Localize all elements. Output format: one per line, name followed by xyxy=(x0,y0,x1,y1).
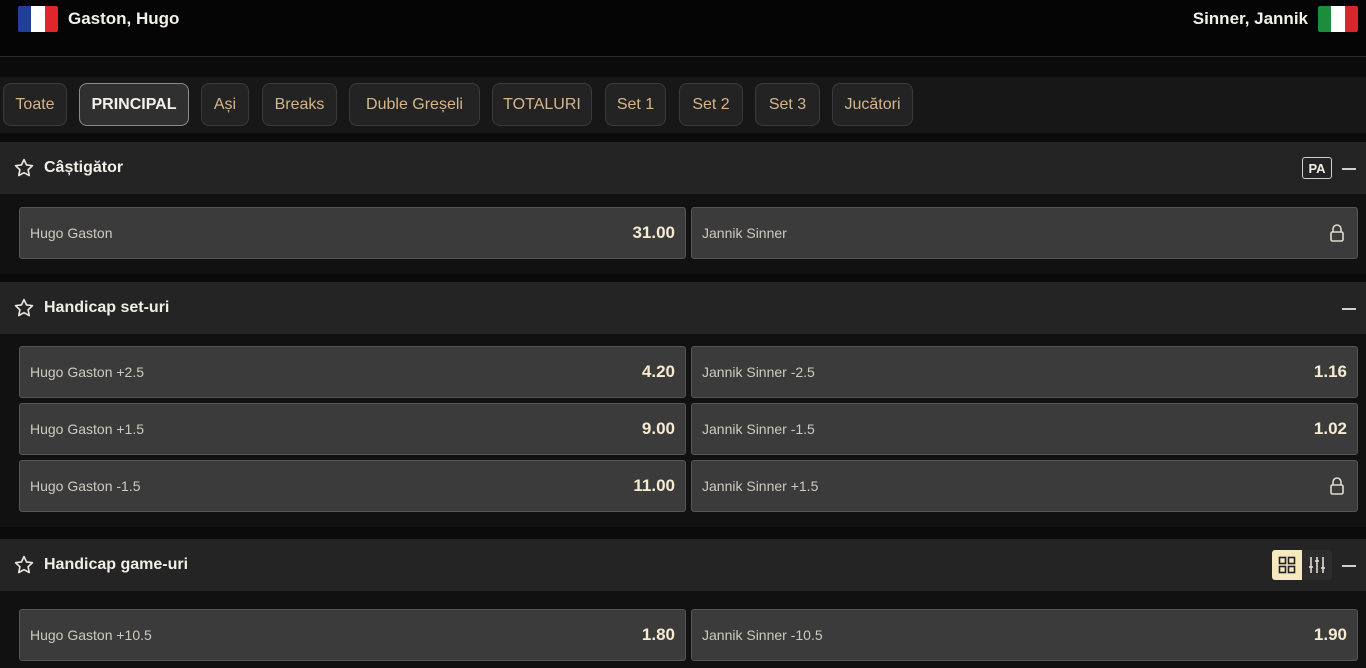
odd-button[interactable]: Hugo Gaston +10.5 1.80 xyxy=(19,609,686,661)
star-icon[interactable] xyxy=(13,554,35,576)
tab-set-1[interactable]: Set 1 xyxy=(605,83,666,126)
odd-price: 1.16 xyxy=(1313,362,1347,381)
market-title: Handicap game-uri xyxy=(44,556,189,573)
view-toggle xyxy=(1272,550,1332,580)
odd-label: Hugo Gaston +10.5 xyxy=(30,627,152,643)
collapse-icon[interactable] xyxy=(1342,557,1358,573)
market-tabs: Toate PRINCIPAL Ași Breaks Duble Greșeli… xyxy=(0,77,1366,133)
odd-price: 1.90 xyxy=(1313,625,1347,644)
odd-price: 9.00 xyxy=(641,419,675,438)
tab-toate[interactable]: Toate xyxy=(3,83,67,126)
odd-label: Jannik Sinner -10.5 xyxy=(702,627,823,643)
star-icon[interactable] xyxy=(13,297,35,319)
odd-price: 4.20 xyxy=(641,362,675,381)
lock-icon xyxy=(1330,224,1344,242)
odd-label: Hugo Gaston xyxy=(30,225,113,241)
tab-principal[interactable]: PRINCIPAL xyxy=(79,83,189,126)
collapse-icon[interactable] xyxy=(1342,160,1358,176)
market-title: Câștigător xyxy=(44,159,124,176)
market-title: Handicap set-uri xyxy=(44,299,170,316)
odd-button[interactable]: Hugo Gaston +2.5 4.20 xyxy=(19,346,686,398)
odd-button[interactable]: Jannik Sinner -1.5 1.02 xyxy=(691,403,1358,455)
market-body-winner: Hugo Gaston 31.00 Jannik Sinner xyxy=(0,194,1366,274)
tab-breaks[interactable]: Breaks xyxy=(262,83,337,126)
odd-price: 31.00 xyxy=(632,223,675,242)
odd-button[interactable]: Hugo Gaston +1.5 9.00 xyxy=(19,403,686,455)
sliders-icon[interactable] xyxy=(1302,550,1332,580)
odd-button[interactable]: Hugo Gaston -1.5 11.00 xyxy=(19,460,686,512)
grid-view-icon[interactable] xyxy=(1272,550,1302,580)
away-team-name: Sinner, Jannik xyxy=(1192,9,1308,28)
tab-set-3[interactable]: Set 3 xyxy=(755,83,820,126)
odd-price: 1.80 xyxy=(641,625,675,644)
tab-asi[interactable]: Ași xyxy=(201,83,249,126)
market-header-game-handicap[interactable]: Handicap game-uri xyxy=(0,539,1366,591)
odd-label: Jannik Sinner +1.5 xyxy=(702,478,819,494)
odd-button[interactable]: Hugo Gaston 31.00 xyxy=(19,207,686,259)
odd-button[interactable]: Jannik Sinner -2.5 1.16 xyxy=(691,346,1358,398)
market-body-game-handicap: Hugo Gaston +10.5 1.80 Jannik Sinner -10… xyxy=(0,591,1366,668)
away-team: Sinner, Jannik xyxy=(1193,6,1358,32)
tab-set-2[interactable]: Set 2 xyxy=(679,83,743,126)
odd-price: 1.02 xyxy=(1313,419,1347,438)
market-header-set-handicap[interactable]: Handicap set-uri xyxy=(0,282,1366,334)
odd-label: Jannik Sinner -1.5 xyxy=(702,421,815,437)
tab-duble-greseli[interactable]: Duble Greșeli xyxy=(349,83,480,126)
odd-button-locked: Jannik Sinner +1.5 xyxy=(691,460,1358,512)
italy-flag-icon xyxy=(1318,6,1358,32)
odd-label: Jannik Sinner xyxy=(702,225,787,241)
odd-label: Hugo Gaston +2.5 xyxy=(30,364,145,380)
match-header: Gaston, Hugo Sinner, Jannik xyxy=(0,0,1366,57)
odd-price: 11.00 xyxy=(633,476,675,495)
pa-badge: PA xyxy=(1302,157,1332,179)
odd-button-locked: Jannik Sinner xyxy=(691,207,1358,259)
odd-label: Hugo Gaston -1.5 xyxy=(30,478,141,494)
tab-jucatori[interactable]: Jucători xyxy=(832,83,913,126)
home-team: Gaston, Hugo xyxy=(18,6,179,32)
tab-totaluri[interactable]: TOTALURI xyxy=(492,83,592,126)
odd-button[interactable]: Jannik Sinner -10.5 1.90 xyxy=(691,609,1358,661)
lock-icon xyxy=(1330,477,1344,495)
france-flag-icon xyxy=(18,6,58,32)
odd-label: Hugo Gaston +1.5 xyxy=(30,421,145,437)
star-icon[interactable] xyxy=(13,157,35,179)
home-team-name: Gaston, Hugo xyxy=(68,9,180,28)
market-body-set-handicap: Hugo Gaston +2.5 4.20 Jannik Sinner -2.5… xyxy=(0,334,1366,527)
market-header-winner[interactable]: Câștigător PA xyxy=(0,142,1366,194)
collapse-icon[interactable] xyxy=(1342,300,1358,316)
odd-label: Jannik Sinner -2.5 xyxy=(702,364,815,380)
